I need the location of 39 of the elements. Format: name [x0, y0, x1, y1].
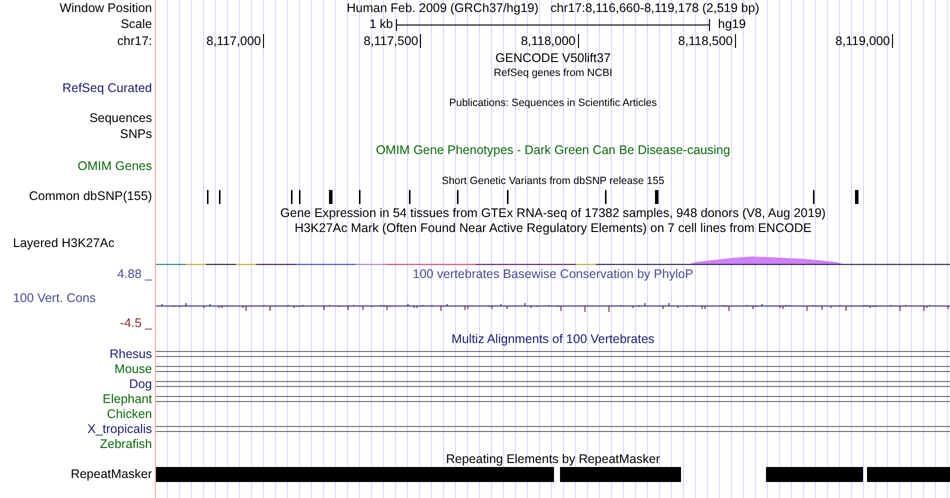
axis-min-label: -4.5 _: [120, 316, 152, 330]
track-title: 100 vertebrates Basewise Conservation by PhyloP: [412, 266, 694, 282]
species-label[interactable]: Chicken: [106, 407, 152, 422]
ruler-tick-label: 8,118,500: [678, 34, 736, 48]
track-label: chr17:: [117, 34, 152, 49]
track-title: RefSeq genes from NCBI: [494, 66, 612, 80]
species-label[interactable]: X_tropicalis: [87, 422, 152, 437]
track-label[interactable]: Common dbSNP(155): [29, 189, 152, 204]
track-label: Scale: [120, 17, 152, 32]
position-text: chr17:8,116,660-8,119,178 (2,519 bp): [550, 0, 760, 16]
species-label[interactable]: Mouse: [114, 362, 152, 377]
track-title: GENCODE V50lift37: [495, 50, 611, 66]
track-label[interactable]: RefSeq Curated: [62, 80, 152, 96]
species-label[interactable]: Dog: [129, 377, 152, 392]
track-label[interactable]: OMIM Genes: [78, 158, 152, 174]
assembly-label: hg19: [717, 17, 746, 32]
track-title: Publications: Sequences in Scientific Articles: [449, 97, 657, 110]
ruler-tick-label: 8,117,500: [364, 34, 422, 48]
species-label[interactable]: Zebrafish: [100, 437, 152, 452]
scale-length: 1 kb: [369, 17, 394, 32]
species-label[interactable]: Elephant: [102, 392, 152, 407]
track-title: Multiz Alignments of 100 Vertebrates: [452, 332, 654, 347]
track-title: H3K27Ac Mark (Often Found Near Active Regulatory Elements) on 7 cell lines from ENCODE: [294, 221, 812, 236]
ruler-tick-label: 8,117,000: [206, 34, 264, 48]
ruler-tick-label: 8,118,000: [520, 34, 578, 48]
assembly-title: Human Feb. 2009 (GRCh37/hg19): [346, 0, 539, 16]
axis-max-label: 4.88 _: [117, 266, 152, 282]
track-label[interactable]: SNPs: [120, 126, 152, 142]
track-label[interactable]: 100 Vert. Cons: [13, 290, 96, 306]
species-label[interactable]: Rhesus: [110, 347, 152, 362]
track-label[interactable]: RepeatMasker: [70, 467, 152, 482]
track-label: Window Position: [60, 0, 152, 16]
track-title: Gene Expression in 54 tissues from GTEx RNA-seq of 17382 samples, 948 donors (V8, Aug 2019): [280, 206, 826, 220]
track-title: Repeating Elements by RepeatMasker: [446, 452, 660, 467]
track-title: OMIM Gene Phenotypes - Dark Green Can Be Disease-causing: [376, 142, 730, 158]
track-title: Short Genetic Variants from dbSNP release 155: [442, 174, 664, 188]
track-label[interactable]: Sequences: [89, 111, 152, 126]
track-label[interactable]: Layered H3K27Ac: [13, 236, 114, 250]
ruler-tick-label: 8,119,000: [835, 34, 893, 48]
